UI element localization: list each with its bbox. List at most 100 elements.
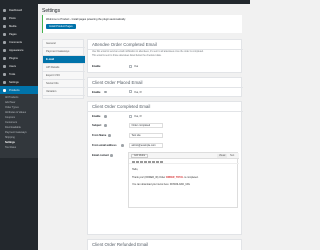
quote-icon[interactable] [148,160,151,163]
attendee-email-section: Attendee Order Completed Email Use this … [87,39,243,73]
tab-visual[interactable]: Visual [217,154,228,158]
sidebar-item-comments[interactable]: Comments [0,38,38,46]
align-left-icon[interactable] [152,160,155,163]
help-icon[interactable] [104,90,107,93]
submenu-item[interactable]: Attributes & Values [5,111,26,114]
sidebar-item-label: Comments [9,40,22,44]
sidebar-item-appearance[interactable]: Appearance [0,46,38,54]
sidebar-item-media[interactable]: Media [0,22,38,30]
users-icon [3,64,6,68]
sidebar-item-users[interactable]: Users [0,62,38,70]
settings-tab-payment-gateways[interactable]: Payment Gateways [43,48,85,56]
page-icon [3,32,6,36]
page-title: Settings [42,8,61,14]
cart-icon [3,88,6,92]
section-title: Client Order Completed Email [92,104,151,109]
sidebar-item-products[interactable]: Products [0,86,38,94]
enable-label: Enable [92,65,101,68]
settings-tab-social-info[interactable]: Social Info [43,80,85,88]
admin-sidebar: Dashboard Posts Media Pages Comments App… [0,0,38,250]
submenu-item[interactable]: Downloadable [5,126,21,129]
sidebar-item-label: Settings [9,80,19,84]
wrench-icon [3,72,6,76]
enable-checkbox[interactable] [129,64,132,68]
submenu-item[interactable]: Order Types [5,106,19,109]
editor-text: Thank you! {ORDER_ID} Order [132,176,166,179]
enable-text: Yes, ☑ [134,115,142,118]
italic-icon[interactable] [136,160,139,163]
brush-icon [3,48,6,52]
sidebar-item-plugins[interactable]: Plugins [0,54,38,62]
sidebar-item-pages[interactable]: Pages [0,30,38,38]
enable-text: Yes, ☑ [134,90,142,94]
editor-highlight: ORDER_TOTAL [165,176,184,179]
add-media-button[interactable]: Add Media [131,154,148,158]
from-name-input[interactable]: Test site [129,133,163,138]
sidebar-item-label: Plugins [9,56,18,60]
settings-tab-email[interactable]: E-mail [43,56,85,64]
sidebar-item-label: Media [9,24,17,28]
settings-tab-variation[interactable]: Variation [43,88,85,96]
submenu-item[interactable]: Tax Rates [5,146,16,149]
section-description: Use this email to send an email notifica… [92,51,204,53]
editor-text: is completed. [183,176,199,179]
settings-tab-api-details[interactable]: API Details [43,64,85,72]
list-icon[interactable] [140,160,143,163]
submenu-item[interactable]: Coupons [5,116,15,119]
sidebar-item-label: Appearance [9,48,24,52]
section-description: This email is sent to those attendees li… [92,54,162,57]
settings-content: Attendee Order Completed Email Use this … [87,39,243,250]
order-refunded-email-section: Client Order Refunded Email [87,239,242,250]
from-email-label: From email address [92,144,117,147]
submenu-item[interactable]: All Products [5,96,18,99]
email-content-label: Email content [92,154,110,157]
editor-line: Hello, [132,168,139,171]
enable-label: Enable [92,115,101,118]
submenu-item[interactable]: Payment Gateways [5,131,27,134]
media-icon [3,24,6,28]
numbered-list-icon[interactable] [144,160,147,163]
divider [88,87,243,88]
settings-tab-general[interactable]: General [43,40,85,48]
order-placed-email-section: Client Order Placed Email Enable Yes, ☑ [87,77,243,97]
settings-tab-export-csv[interactable]: Export CSV [43,72,85,80]
enable-checkbox[interactable] [129,90,132,93]
enable-label: Enable [92,90,101,94]
divider [88,49,243,50]
sidebar-item-label: Posts [9,16,16,20]
section-title: Client Order Refunded Email [92,242,149,247]
help-icon[interactable] [104,115,107,118]
sidebar-submenu: Products All Products Add New Order Type… [0,86,38,158]
sidebar-item-posts[interactable]: Posts [0,14,38,22]
install-pages-button[interactable]: Install Product Pages [46,24,76,29]
submenu-item[interactable]: Shipping [5,136,15,139]
submenu-item[interactable]: Add New [5,101,15,104]
bold-icon[interactable] [132,160,135,163]
subject-input[interactable]: Order completed [129,123,163,128]
tab-text[interactable]: Text [228,154,237,158]
settings-icon [3,80,6,84]
from-email-input[interactable]: admin@example.com [129,143,163,148]
help-icon[interactable] [108,134,111,137]
help-icon[interactable] [121,144,124,147]
sidebar-item-dashboard[interactable]: Dashboard [0,6,38,14]
sidebar-item-label: Pages [9,32,17,36]
enable-checkbox[interactable] [129,114,132,118]
sidebar-item-label: Tools [9,72,16,76]
sidebar-item-tools[interactable]: Tools [0,70,38,78]
plugin-icon [3,56,6,60]
from-name-label: From Name [92,134,107,137]
submenu-item-settings[interactable]: Settings [5,141,15,144]
email-content-editor[interactable]: Add Media Visual Text Hello, Thank you! … [128,152,239,208]
divider [88,111,243,112]
settings-nav: General Payment Gateways E-mail API Deta… [42,39,85,99]
submenu-item[interactable]: Customers [5,121,17,124]
sidebar-item-settings[interactable]: Settings [0,78,38,86]
format-toolbar [129,159,239,164]
help-icon[interactable] [110,154,113,157]
link-icon[interactable] [160,160,163,163]
notice-text: Welcome to Product - Install pages power… [46,18,126,21]
section-title: Attendee Order Completed Email [92,42,157,47]
help-icon[interactable] [104,124,107,127]
align-center-icon[interactable] [156,160,159,163]
